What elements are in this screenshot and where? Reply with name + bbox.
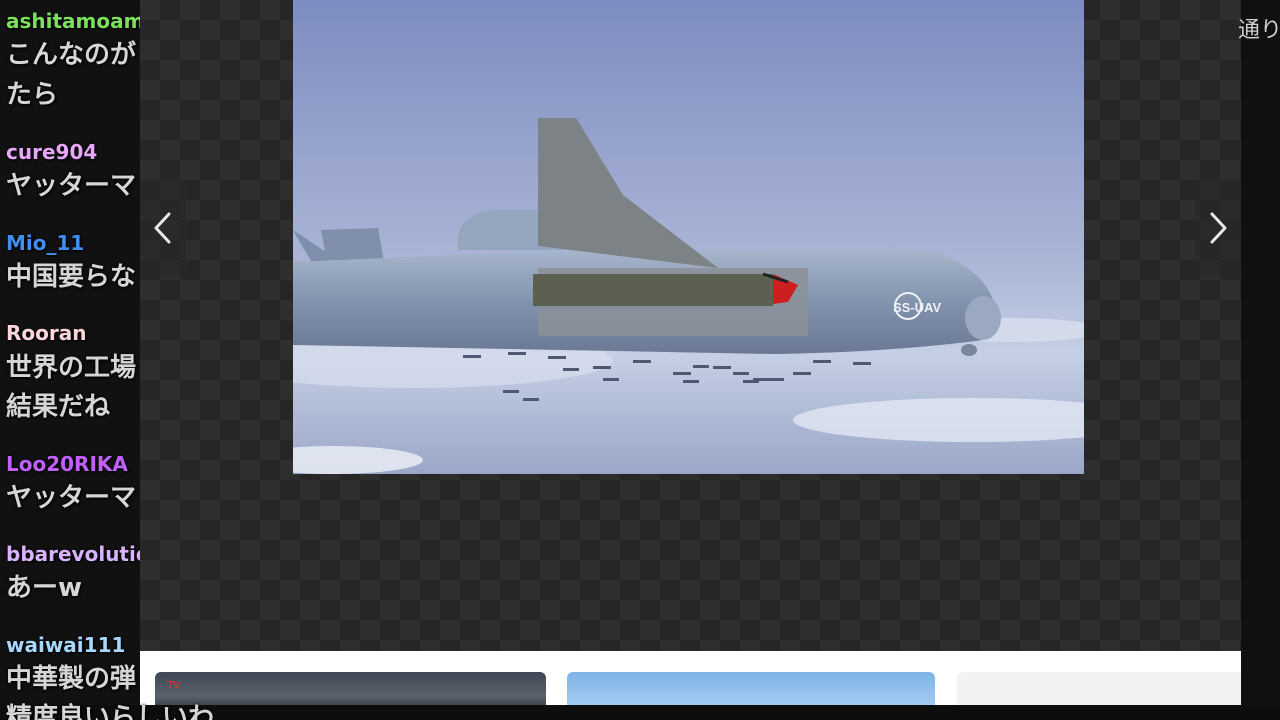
chevron-right-icon xyxy=(1210,212,1227,244)
previous-image-button[interactable] xyxy=(140,180,186,276)
viewer-photo: SS-UAV xyxy=(293,0,1084,474)
chat-text: ヤッターマ xyxy=(6,171,137,201)
chat-username: Rooran xyxy=(6,321,87,345)
chat-text: 世界の工場 xyxy=(6,353,137,383)
chat-overlay: ashitamoamo こんなのが たら cure904 ヤッターマ Mio_1… xyxy=(0,0,214,720)
right-edge-panel xyxy=(1241,0,1280,720)
chat-text: 中華製の弾 xyxy=(6,664,137,694)
chat-username: ashitamoamo xyxy=(6,9,140,33)
chat-username: Mio_11 xyxy=(6,231,85,255)
thumbnail-badge: TV xyxy=(167,680,180,691)
chat-username: bbarevolution xyxy=(6,542,140,566)
aircraft-photo: SS-UAV xyxy=(293,0,1084,474)
next-image-button[interactable] xyxy=(1195,180,1241,276)
chat-username: Loo20RIKA xyxy=(6,452,128,476)
aircraft-marking: SS-UAV xyxy=(893,300,941,315)
right-edge-text: 通りで xyxy=(1238,18,1280,43)
chat-text: 結果だね xyxy=(6,392,111,422)
chevron-left-icon xyxy=(154,212,171,244)
chat-text: ヤッターマ xyxy=(6,483,137,513)
chat-text: あーw xyxy=(6,573,83,603)
chat-username: waiwai111 xyxy=(6,633,126,657)
chat-text: 精度良いらしいわ xyxy=(6,703,215,720)
image-viewer: SS-UAV xyxy=(140,0,1241,651)
chat-text: 中国要らな xyxy=(6,262,137,292)
chat-text: たら xyxy=(6,80,59,110)
chat-text: こんなのが xyxy=(6,40,137,70)
chat-username: cure904 xyxy=(6,140,98,164)
chat-message: ashitamoamo xyxy=(6,9,140,33)
